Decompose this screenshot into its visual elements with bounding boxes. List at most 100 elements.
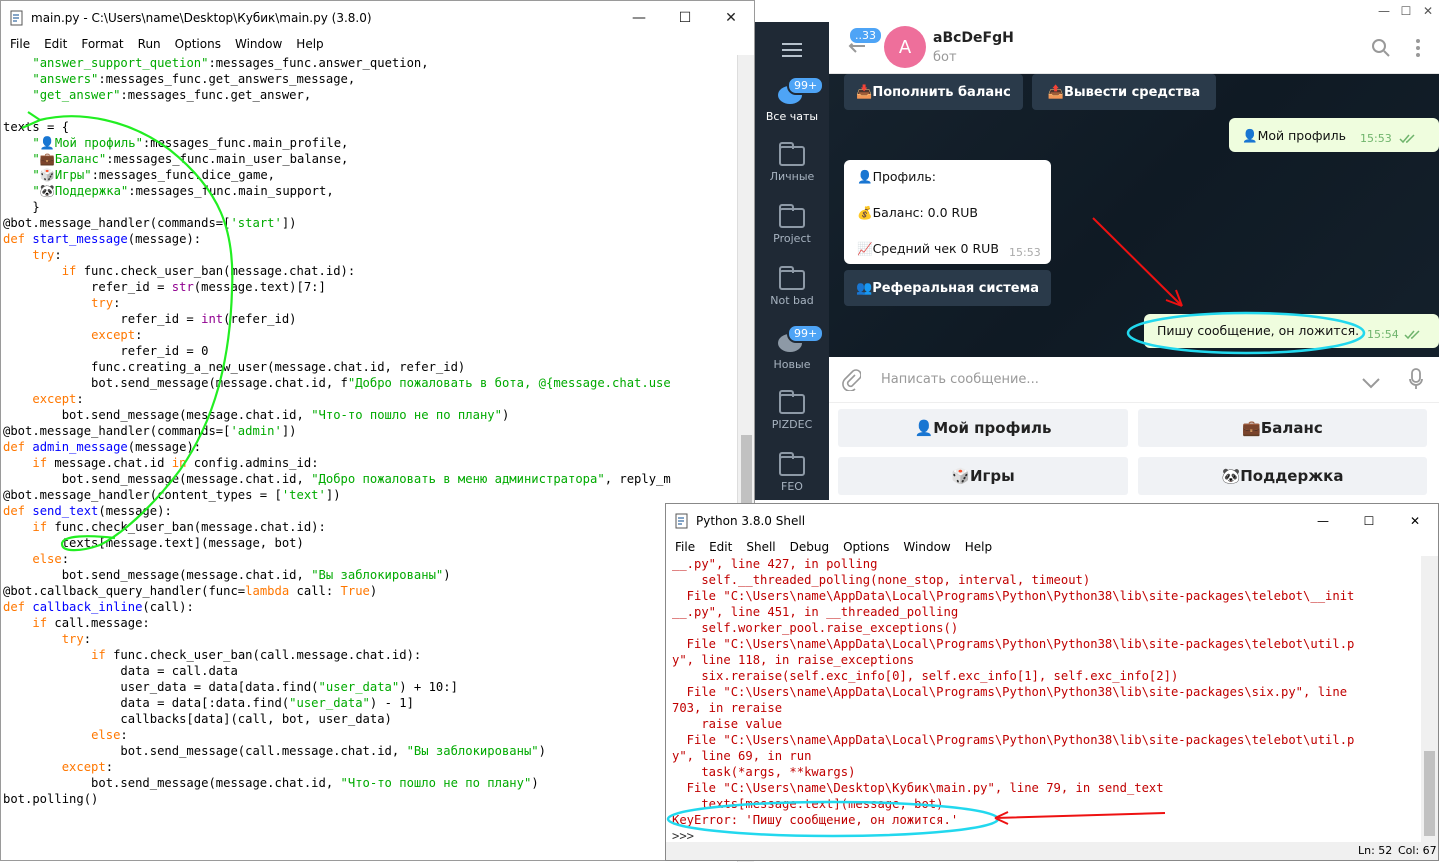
code-line: try: bbox=[3, 631, 736, 647]
shell-scrollbar[interactable] bbox=[1421, 556, 1438, 844]
code-line: "🎲Игры":messages_func.dice_game, bbox=[3, 167, 736, 183]
code-line: bot.send_message(message.chat.id, f"Добр… bbox=[3, 375, 736, 391]
folder-item[interactable]: Not bad bbox=[755, 266, 829, 307]
chat-subtitle: бот bbox=[933, 50, 957, 65]
code-line: data = call.data bbox=[3, 663, 736, 679]
minimize-button[interactable]: — bbox=[1373, 0, 1395, 22]
code-line: bot.send_message(message.chat.id, "Что-т… bbox=[3, 407, 736, 423]
code-line: if func.check_user_ban(message.chat.id): bbox=[3, 263, 736, 279]
reply-button-profile[interactable]: 👤Мой профиль bbox=[838, 409, 1128, 447]
minimize-button[interactable]: — bbox=[1300, 514, 1346, 528]
status-col: Col: 67 bbox=[1398, 844, 1437, 857]
menu-file[interactable]: File bbox=[668, 540, 702, 554]
message-last: Пишу сообщение, он ложится. 15:54 bbox=[1144, 314, 1439, 348]
folder-item[interactable]: Project bbox=[755, 204, 829, 245]
menu-window[interactable]: Window bbox=[896, 540, 957, 554]
folder-item[interactable]: Личные bbox=[755, 142, 829, 183]
shell-title: Python 3.8.0 Shell bbox=[696, 513, 806, 528]
menu-window[interactable]: Window bbox=[228, 37, 289, 51]
folder-item[interactable]: PIZDEC bbox=[755, 390, 829, 431]
code-token: try bbox=[91, 296, 114, 310]
menu-edit[interactable]: Edit bbox=[702, 540, 739, 554]
double-check-icon bbox=[1404, 328, 1422, 343]
maximize-button[interactable]: ☐ bbox=[1395, 0, 1417, 22]
code-token: :messages_func.main_profile, bbox=[142, 136, 349, 150]
menu-shell[interactable]: Shell bbox=[739, 540, 782, 554]
code-line: data = data[:data.find("user_data") - 1] bbox=[3, 695, 736, 711]
reply-button-support[interactable]: 🐼Поддержка bbox=[1138, 457, 1427, 495]
code-token: "👤Мой профиль" bbox=[32, 136, 143, 150]
code-token: "Что-то пошло не по плану" bbox=[311, 408, 502, 422]
traceback-line: File "C:\Users\name\AppData\Local\Progra… bbox=[672, 637, 1355, 651]
shell-titlebar: Python 3.8.0 Shell — ☐ ✕ bbox=[666, 504, 1438, 537]
code-token: : bbox=[76, 392, 84, 406]
menu-run[interactable]: Run bbox=[131, 37, 168, 51]
code-token: config.admins_id: bbox=[193, 456, 319, 470]
menu-format[interactable]: Format bbox=[74, 37, 130, 51]
close-button[interactable]: ✕ bbox=[1392, 514, 1438, 528]
code-token: "💼Баланс" bbox=[32, 152, 107, 166]
menu-file[interactable]: File bbox=[3, 37, 37, 51]
folder-item[interactable]: FEO bbox=[755, 452, 829, 493]
inline-button-deposit[interactable]: 📥Пополнить баланс bbox=[844, 74, 1023, 110]
close-button[interactable]: ✕ bbox=[708, 1, 754, 34]
menu-edit[interactable]: Edit bbox=[37, 37, 74, 51]
code-area[interactable]: "answer_support_quetion":messages_func.a… bbox=[3, 55, 736, 862]
folder-icon bbox=[779, 390, 805, 414]
telegram-window: — ☐ ✕ Все чаты 99+ Личные Project Not bad Нов… bbox=[755, 0, 1439, 500]
code-token: "answers" bbox=[32, 72, 99, 86]
menu-debug[interactable]: Debug bbox=[783, 540, 836, 554]
code-token: "Вы заблокированы" bbox=[406, 744, 539, 758]
microphone-icon[interactable] bbox=[1409, 368, 1423, 394]
scroll-thumb[interactable] bbox=[1424, 751, 1435, 836]
code-token: (message.text)[7:] bbox=[193, 280, 326, 294]
folder-item[interactable]: Новые 99+ bbox=[755, 324, 829, 371]
reply-button-games[interactable]: 🎲Игры bbox=[838, 457, 1128, 495]
code-token: func.check_user_ban(message.chat.id): bbox=[83, 264, 356, 278]
maximize-button[interactable]: ☐ bbox=[1346, 514, 1392, 528]
reply-button-balance[interactable]: 💼Баланс bbox=[1138, 409, 1427, 447]
chat-name[interactable]: aBcDeFgH bbox=[933, 30, 1014, 46]
unread-badge: 99+ bbox=[787, 76, 825, 95]
code-token: try bbox=[32, 248, 55, 262]
minimize-button[interactable]: — bbox=[616, 1, 662, 34]
search-icon[interactable] bbox=[1371, 38, 1391, 62]
folder-icon bbox=[779, 266, 805, 290]
traceback-line: File "C:\Users\name\Desktop\Кубик\main.p… bbox=[672, 781, 1164, 795]
attach-icon[interactable] bbox=[841, 369, 862, 395]
code-line: if message.chat.id in config.admins_id: bbox=[3, 455, 736, 471]
more-options-icon[interactable] bbox=[1415, 38, 1421, 62]
code-token: except bbox=[61, 760, 106, 774]
traceback-line: self.__threaded_polling(none_stop, inter… bbox=[672, 573, 1091, 587]
hamburger-menu-icon[interactable] bbox=[782, 42, 802, 57]
maximize-button[interactable]: ☐ bbox=[662, 1, 708, 34]
traceback-line: File "C:\Users\name\AppData\Local\Progra… bbox=[672, 589, 1355, 603]
code-line: def start_message(message): bbox=[3, 231, 736, 247]
double-check-icon bbox=[1399, 132, 1417, 147]
menu-help[interactable]: Help bbox=[289, 37, 330, 51]
bot-keyboard-toggle-icon[interactable] bbox=[1361, 374, 1381, 393]
avatar[interactable]: A bbox=[884, 26, 926, 68]
menu-options[interactable]: Options bbox=[836, 540, 896, 554]
shell-output[interactable]: __.py", line 427, in polling self.__thre… bbox=[672, 556, 1418, 846]
python-icon bbox=[674, 513, 690, 529]
code-token: "Добро пожаловать в бота, @{message.chat… bbox=[347, 376, 671, 390]
inline-button-withdraw[interactable]: 📤Вывести средства bbox=[1032, 74, 1216, 110]
code-token: if bbox=[32, 456, 55, 470]
code-line: bot.send_message(message.chat.id, "Добро… bbox=[3, 471, 736, 487]
code-line: "👤Мой профиль":messages_func.main_profil… bbox=[3, 135, 736, 151]
inline-button-referral[interactable]: 👥Реферальная система bbox=[844, 270, 1051, 306]
folder-item[interactable]: Все чаты 99+ bbox=[755, 76, 829, 123]
code-token: ) bbox=[538, 744, 546, 758]
menu-options[interactable]: Options bbox=[168, 37, 228, 51]
code-line: except: bbox=[3, 327, 736, 343]
message-input[interactable]: Написать сообщение... bbox=[881, 372, 1039, 387]
code-token: ) bbox=[531, 776, 539, 790]
code-line: refer_id = 0 bbox=[3, 343, 736, 359]
menu-help[interactable]: Help bbox=[958, 540, 999, 554]
close-button[interactable]: ✕ bbox=[1417, 0, 1439, 22]
